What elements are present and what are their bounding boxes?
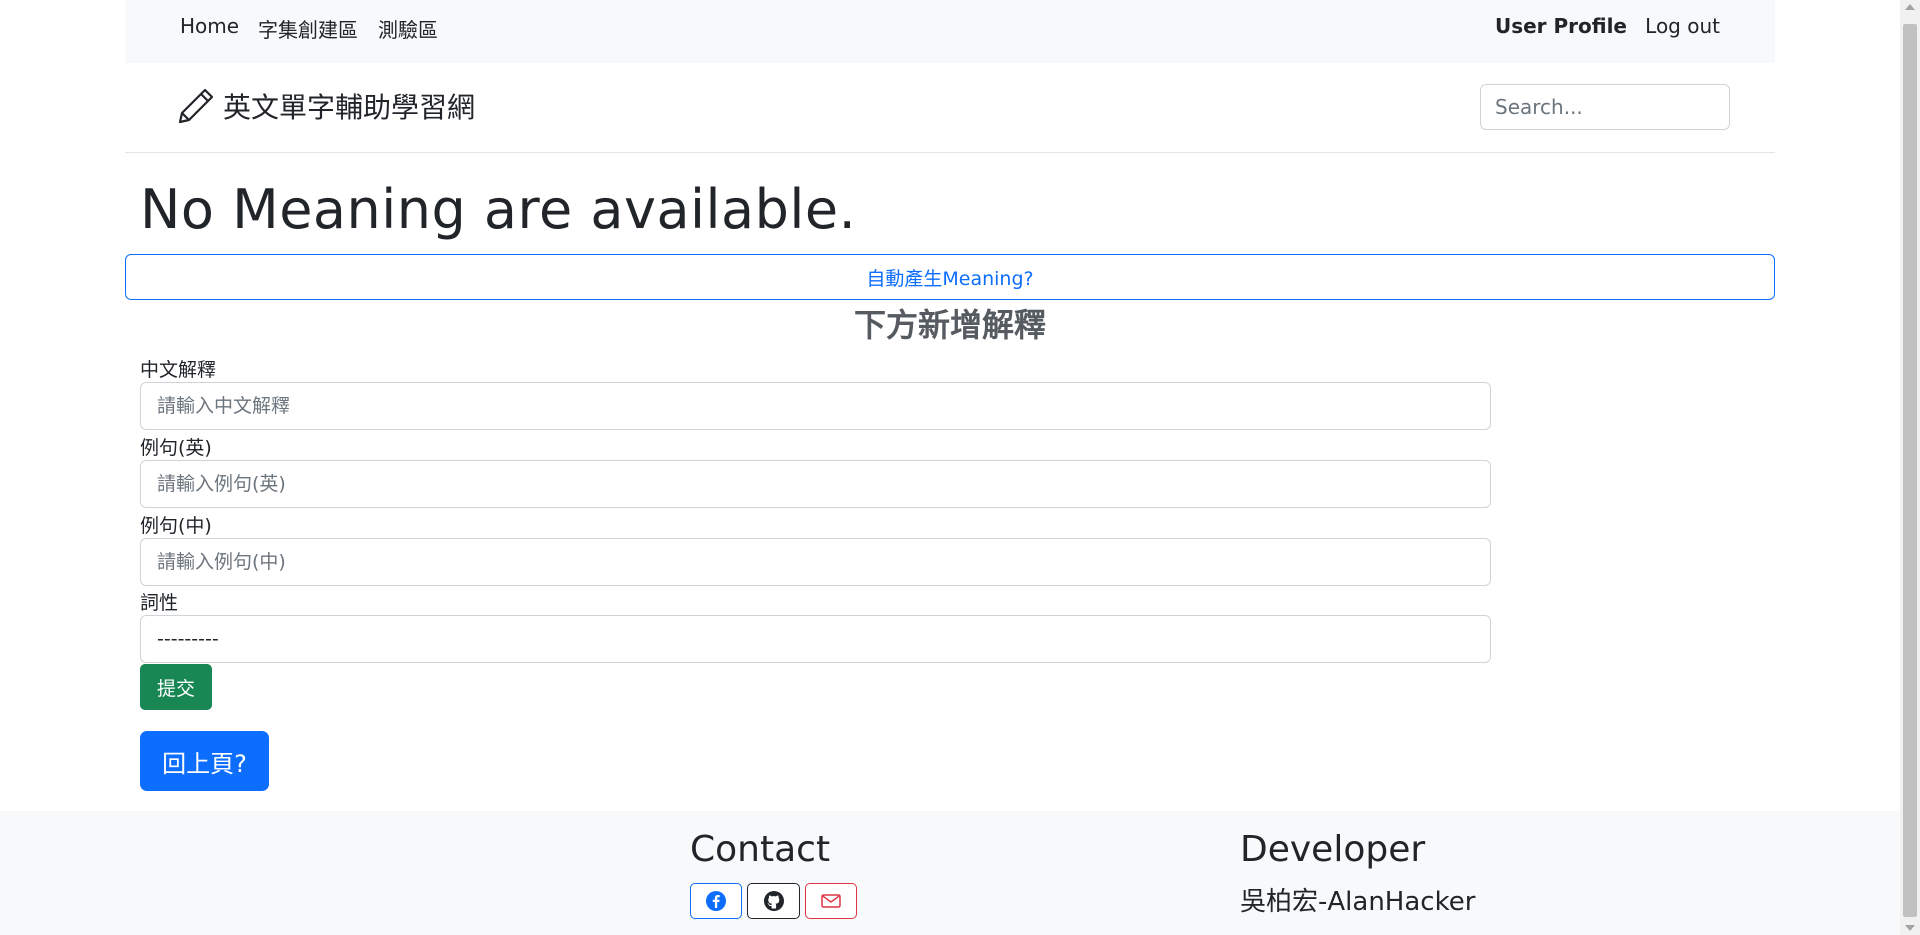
search-input[interactable] xyxy=(1480,84,1730,130)
scroll-up-arrow-icon[interactable] xyxy=(1905,4,1915,10)
chinese-meaning-label: 中文解釋 xyxy=(140,359,217,381)
example-en-input[interactable] xyxy=(140,460,1491,508)
example-zh-label: 例句(中) xyxy=(140,515,212,537)
envelope-icon xyxy=(821,894,841,908)
example-en-label: 例句(英) xyxy=(140,437,212,459)
nav-link-logout[interactable]: Log out xyxy=(1645,14,1720,38)
github-button[interactable] xyxy=(747,883,800,919)
github-icon xyxy=(763,891,784,911)
nav-link-user-profile[interactable]: User Profile xyxy=(1495,14,1627,38)
auto-generate-meaning-button[interactable]: 自動產生Meaning? xyxy=(125,254,1775,300)
form-section-title: 下方新增解釋 xyxy=(853,306,1046,344)
nav-link-create[interactable]: 字集創建區 xyxy=(258,14,358,43)
part-of-speech-select[interactable]: --------- xyxy=(140,615,1491,663)
back-button[interactable]: 回上頁? xyxy=(140,731,269,791)
email-button[interactable] xyxy=(805,883,857,919)
brand-link[interactable]: 英文單字輔助學習網 xyxy=(175,85,475,127)
footer: Contact Developer 吳柏宏-AlanHacker xyxy=(0,811,1900,935)
contact-heading: Contact xyxy=(690,829,831,870)
part-of-speech-selected: --------- xyxy=(157,628,219,650)
part-of-speech-label: 詞性 xyxy=(140,592,179,614)
facebook-button[interactable] xyxy=(690,883,742,919)
page-title: No Meaning are available. xyxy=(140,178,857,241)
brand-bar: 英文單字輔助學習網 xyxy=(125,63,1775,153)
pencil-icon xyxy=(178,88,214,124)
facebook-icon xyxy=(706,891,726,911)
nav-link-quiz[interactable]: 測驗區 xyxy=(378,14,438,43)
scroll-down-arrow-icon[interactable] xyxy=(1905,925,1915,931)
scrollbar-thumb[interactable] xyxy=(1903,24,1917,917)
submit-button[interactable]: 提交 xyxy=(140,664,212,710)
developer-heading: Developer xyxy=(1240,829,1426,870)
chinese-meaning-input[interactable] xyxy=(140,382,1491,430)
vertical-scrollbar[interactable] xyxy=(1900,0,1920,935)
page: Home 字集創建區 測驗區 User Profile Log out 英文單字… xyxy=(0,0,1900,935)
top-navbar: Home 字集創建區 測驗區 User Profile Log out xyxy=(125,0,1775,64)
example-zh-input[interactable] xyxy=(140,538,1491,586)
developer-name: 吳柏宏-AlanHacker xyxy=(1240,887,1476,917)
nav-link-home[interactable]: Home xyxy=(180,14,239,38)
brand-title: 英文單字輔助學習網 xyxy=(223,91,476,124)
